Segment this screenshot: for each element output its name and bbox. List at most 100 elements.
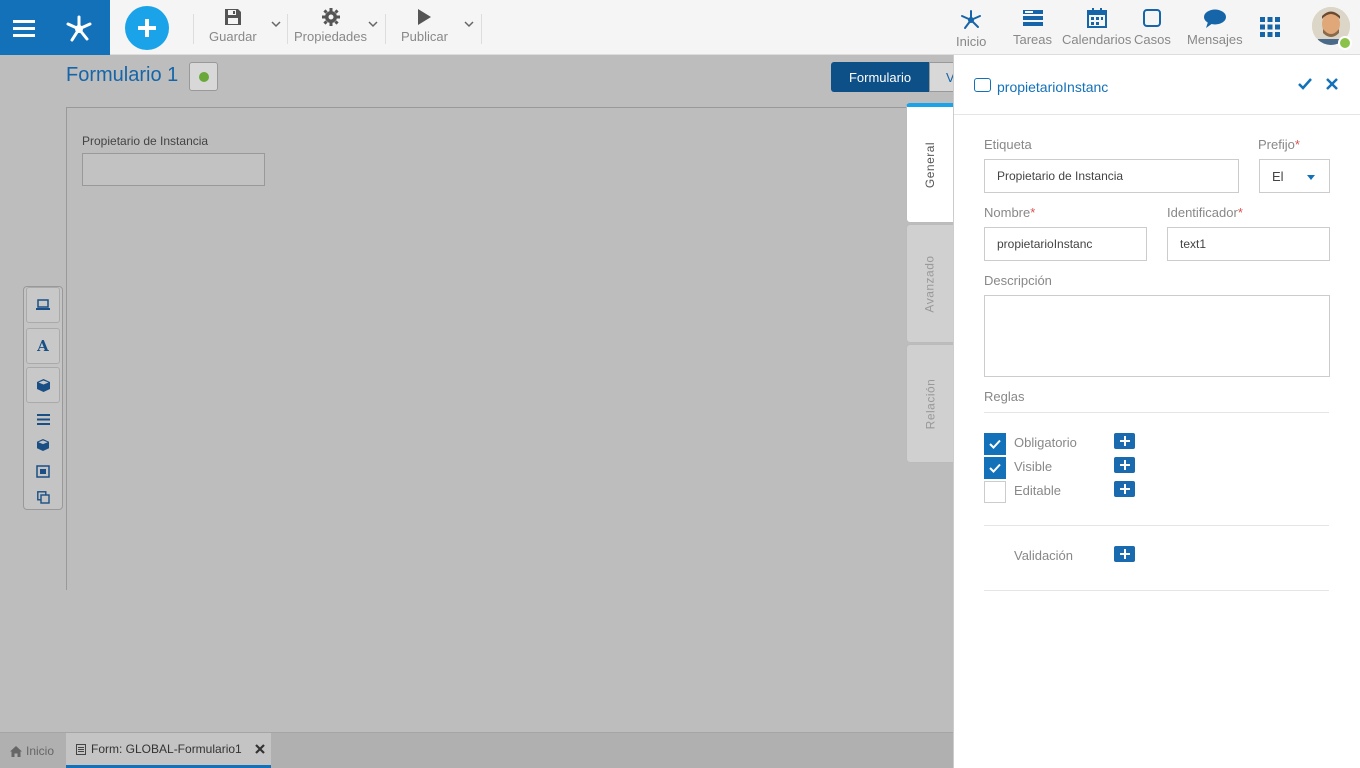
properties-dropdown-chevron-icon[interactable] (368, 20, 378, 28)
list-icon[interactable] (35, 411, 51, 427)
label-input[interactable]: Propietario de Instancia (984, 159, 1239, 193)
identifier-input[interactable]: text1 (1167, 227, 1330, 261)
divider (984, 525, 1329, 526)
tab-relacion-label: Relación (923, 378, 938, 429)
prefix-value: El (1272, 168, 1284, 184)
rule-visible-checkbox[interactable] (984, 457, 1006, 479)
bottom-tab-home[interactable]: Inicio (0, 733, 64, 768)
hamburger-icon (13, 19, 35, 37)
validation-label: Validación (1014, 548, 1074, 563)
divider (287, 14, 288, 44)
case-square-icon (1143, 9, 1162, 27)
copy-icon[interactable] (35, 489, 51, 505)
publish-dropdown-chevron-icon[interactable] (464, 20, 474, 28)
required-mark: * (1237, 205, 1243, 220)
control-palette: A (23, 286, 63, 510)
nav-calendars[interactable]: Calendarios (1062, 8, 1131, 47)
bottom-tab-home-label: Inicio (26, 744, 55, 758)
tab-avanzado-label: Avanzado (923, 254, 937, 313)
rule-obligatorio-label: Obligatorio (1014, 435, 1077, 450)
nav-messages[interactable]: Mensajes (1187, 8, 1243, 47)
home-icon (10, 745, 22, 757)
save-button[interactable]: Guardar (209, 8, 257, 44)
letter-a-icon: A (37, 337, 49, 355)
form-status-button[interactable] (189, 62, 218, 91)
nav-cases[interactable]: Casos (1134, 8, 1171, 47)
nav-home[interactable]: Inicio (956, 8, 986, 49)
rule-obligatorio-checkbox[interactable] (984, 433, 1006, 455)
name-input[interactable]: propietarioInstanc (984, 227, 1147, 261)
online-status-indicator (1338, 36, 1352, 50)
nav-home-label: Inicio (956, 34, 987, 49)
required-mark: * (1294, 137, 1300, 152)
laptop-icon (36, 299, 50, 310)
menu-button[interactable] (0, 0, 48, 55)
close-panel-icon[interactable] (1326, 77, 1338, 91)
bottom-tab-form[interactable]: Form: GLOBAL-Formulario1 (66, 733, 271, 768)
home-network-icon (961, 10, 982, 29)
name-caption: Nombre (984, 205, 1031, 220)
description-textarea[interactable] (984, 295, 1330, 377)
gear-icon (321, 8, 340, 26)
nav-cases-label: Casos (1134, 32, 1171, 47)
caret-down-icon (1307, 175, 1315, 180)
divider (193, 14, 194, 44)
nav-tasks[interactable]: Tareas (1013, 8, 1052, 47)
apps-grid-button[interactable] (1260, 17, 1280, 37)
plus-icon (138, 19, 156, 37)
app-logo[interactable] (48, 0, 110, 55)
prefix-caption: Prefijo (1258, 137, 1295, 152)
image-frame-icon[interactable] (35, 463, 51, 479)
panel-header: propietarioInstanc (954, 55, 1360, 115)
form-field-input[interactable] (82, 153, 265, 186)
rule-editable-checkbox[interactable] (984, 481, 1006, 503)
confirm-check-icon[interactable] (1298, 77, 1312, 91)
description-caption: Descripción (984, 273, 1052, 288)
save-dropdown-chevron-icon[interactable] (271, 20, 281, 28)
rule-editable-label: Editable (1014, 483, 1061, 498)
chat-bubble-icon (1203, 9, 1226, 28)
calendar-icon (1086, 8, 1107, 28)
publish-button[interactable]: Publicar (401, 8, 448, 44)
divider (984, 412, 1329, 413)
cube-small-icon[interactable] (35, 437, 51, 453)
close-tab-icon[interactable] (254, 744, 265, 754)
new-button[interactable] (125, 6, 169, 50)
floppy-disk-icon (224, 9, 241, 25)
plus-icon (1119, 436, 1130, 446)
add-rule-editable-button[interactable] (1114, 481, 1135, 497)
prefix-caption-wrap: Prefijo* (1258, 137, 1300, 152)
bottom-tab-bar: Inicio Form: GLOBAL-Formulario1 (0, 732, 953, 768)
tab-general[interactable]: General (906, 103, 953, 223)
add-validation-button[interactable] (1114, 546, 1135, 562)
nav-tasks-label: Tareas (1013, 32, 1053, 47)
checkmark-icon (989, 439, 1001, 449)
add-rule-obligatorio-button[interactable] (1114, 433, 1135, 449)
id-caption: Identificador (1167, 205, 1238, 220)
plus-icon (1119, 484, 1130, 494)
prefix-select[interactable]: El (1259, 159, 1330, 193)
properties-label: Propiedades (294, 29, 367, 44)
palette-laptop-button[interactable] (26, 287, 60, 323)
cube-icon (36, 378, 50, 392)
rules-caption: Reglas (984, 389, 1025, 404)
bottom-tab-form-label: Form: GLOBAL-Formulario1 (91, 742, 242, 756)
logo-icon (66, 15, 92, 41)
tab-relacion[interactable]: Relación (906, 344, 953, 463)
palette-text-button[interactable]: A (26, 328, 60, 364)
divider (984, 590, 1329, 591)
plus-icon (1119, 549, 1130, 559)
tab-avanzado[interactable]: Avanzado (906, 224, 953, 343)
plus-icon (1119, 460, 1130, 470)
required-mark: * (1030, 205, 1036, 220)
divider (385, 14, 386, 44)
checkmark-icon (989, 463, 1001, 473)
publish-label: Publicar (401, 29, 448, 44)
palette-cube-button[interactable] (26, 367, 60, 403)
form-field-label: Propietario de Instancia (82, 134, 209, 148)
properties-button[interactable]: Propiedades (294, 8, 367, 44)
label-caption: Etiqueta (984, 137, 1032, 152)
view-formulario-button[interactable]: Formulario (831, 62, 929, 92)
add-rule-visible-button[interactable] (1114, 457, 1135, 473)
play-icon (418, 9, 432, 25)
